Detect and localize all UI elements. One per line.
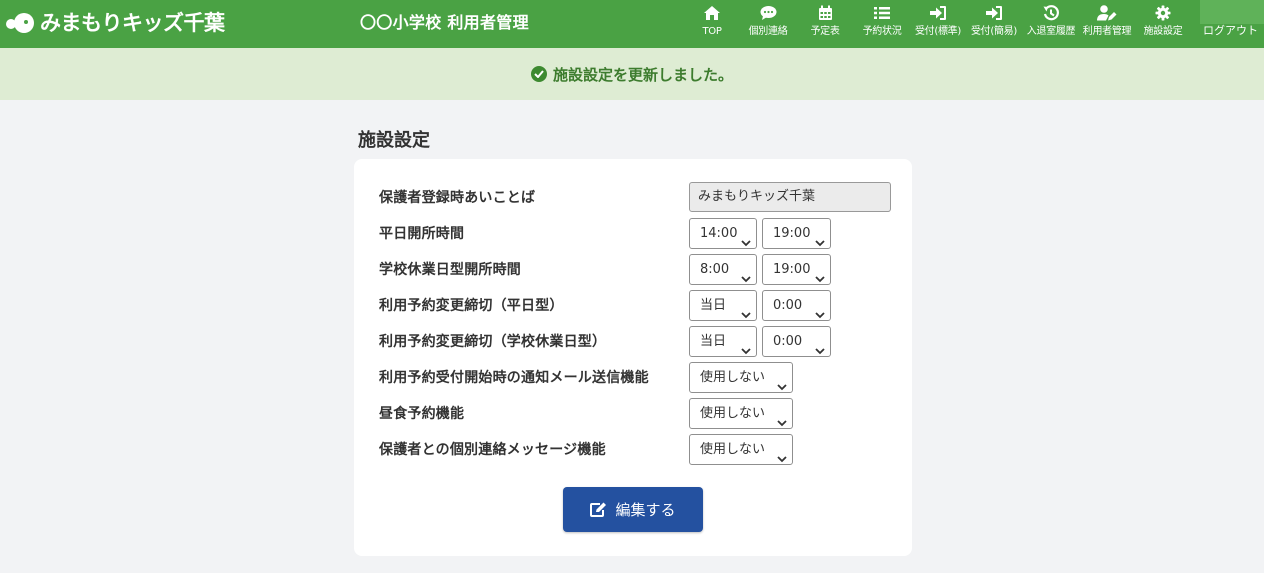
nav-label: TOP (702, 26, 722, 37)
logo-text: みまもりキッズ千葉 (40, 11, 225, 35)
history-icon (1043, 4, 1059, 22)
nav-item-user-management[interactable]: 利用者管理 (1080, 4, 1134, 44)
edit-button[interactable]: 編集する (563, 487, 703, 532)
nav-label: 受付(標準) (914, 26, 961, 37)
sign-in-icon (985, 4, 1003, 22)
gear-icon (1155, 4, 1171, 22)
user-name-box (1200, 0, 1264, 24)
home-icon (703, 4, 721, 22)
nav-label: 入退室履歴 (1026, 26, 1076, 37)
nav-item-top[interactable]: TOP (698, 4, 726, 44)
weekday-hours-label: 平日開所時間 (379, 226, 465, 242)
notify-mail-label: 利用予約受付開始時の通知メール送信機能 (379, 370, 649, 386)
notify-mail-select[interactable]: 使用しない (689, 362, 793, 393)
passphrase-label: 保護者登録時あいことば (379, 190, 536, 206)
nav-item-checkin-simple[interactable]: 受付(簡易) (967, 4, 1021, 44)
app-title: 〇〇小学校 利用者管理 (360, 13, 529, 32)
nav-label: 受付(簡易) (970, 26, 1017, 37)
weekday-deadline-label: 利用予約変更締切（平日型） (379, 298, 564, 314)
lunch-reservation-label: 昼食予約機能 (379, 406, 465, 422)
nav-label: 施設設定 (1143, 26, 1183, 37)
guardian-message-select[interactable]: 使用しない (689, 434, 793, 465)
app-header: みまもりキッズ千葉 〇〇小学校 利用者管理 TOP 個別連絡 予定表 予約状況 … (0, 0, 1264, 48)
nav-item-messages[interactable]: 個別連絡 (745, 4, 791, 44)
check-circle-icon (530, 66, 547, 82)
nav-label: 予定表 (810, 26, 840, 37)
holiday-deadline-label: 利用予約変更締切（学校休業日型） (379, 334, 607, 350)
holiday-open-select[interactable]: 8:00 (689, 254, 757, 285)
chevron-down-icon (815, 337, 825, 366)
logout-link[interactable]: ログアウト (1203, 24, 1258, 38)
passphrase-field: みまもりキッズ千葉 (689, 182, 891, 212)
logo-mark-icon (6, 10, 36, 36)
settings-card: 保護者登録時あいことば みまもりキッズ千葉 平日開所時間 14:00 19:00… (354, 159, 912, 556)
calendar-icon (818, 4, 833, 22)
weekday-close-select[interactable]: 19:00 (762, 218, 831, 249)
weekday-deadline-time-select[interactable]: 0:00 (762, 290, 831, 321)
chat-icon (760, 4, 777, 22)
weekday-open-select[interactable]: 14:00 (689, 218, 757, 249)
list-icon (874, 4, 890, 22)
nav-item-facility-settings[interactable]: 施設設定 (1140, 4, 1186, 44)
nav-item-checkin-standard[interactable]: 受付(標準) (911, 4, 965, 44)
success-alert: 施設設定を更新しました。 (0, 48, 1264, 100)
sign-in-icon (929, 4, 947, 22)
holiday-deadline-day-select[interactable]: 当日 (689, 326, 757, 357)
user-edit-icon (1097, 4, 1117, 22)
holiday-close-select[interactable]: 19:00 (762, 254, 831, 285)
nav-label: 予約状況 (862, 26, 902, 37)
lunch-reservation-select[interactable]: 使用しない (689, 398, 793, 429)
chevron-down-icon (777, 445, 787, 474)
holiday-hours-label: 学校休業日型開所時間 (379, 262, 521, 278)
nav-label: 個別連絡 (748, 26, 788, 37)
guardian-message-label: 保護者との個別連絡メッセージ機能 (379, 442, 606, 458)
holiday-deadline-time-select[interactable]: 0:00 (762, 326, 831, 357)
weekday-deadline-day-select[interactable]: 当日 (689, 290, 757, 321)
page-title: 施設設定 (358, 130, 430, 151)
nav-item-history[interactable]: 入退室履歴 (1024, 4, 1078, 44)
edit-icon (590, 502, 607, 517)
nav-label: 利用者管理 (1082, 26, 1132, 37)
nav-item-schedule[interactable]: 予定表 (808, 4, 842, 44)
edit-button-label: 編集する (615, 501, 676, 519)
app-logo[interactable]: みまもりキッズ千葉 (6, 9, 225, 37)
nav-item-reservations[interactable]: 予約状況 (860, 4, 904, 44)
alert-message: 施設設定を更新しました。 (552, 65, 733, 84)
